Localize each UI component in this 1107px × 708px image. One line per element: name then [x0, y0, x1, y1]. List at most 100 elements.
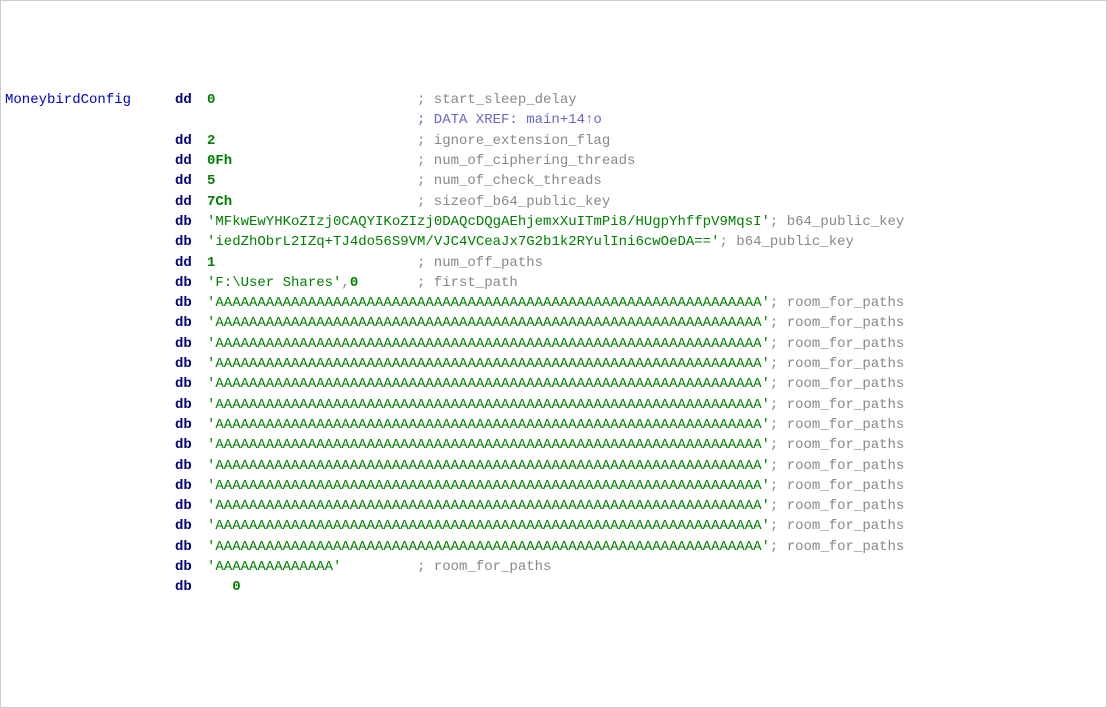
comment: ; start_sleep_delay: [417, 90, 577, 110]
disasm-line: db'AAAAAAAAAAAAAAAAAAAAAAAAAAAAAAAAAAAAA…: [5, 395, 1102, 415]
label-column: [5, 354, 175, 374]
operand-value: 'AAAAAAAAAAAAAAAAAAAAAAAAAAAAAAAAAAAAAAA…: [207, 415, 770, 435]
opcode: db: [175, 334, 207, 354]
opcode: [175, 110, 207, 130]
label-column: [5, 476, 175, 496]
comment: ; num_of_ciphering_threads: [417, 151, 635, 171]
comment: ; b64_public_key: [770, 212, 904, 232]
operand-value: 'AAAAAAAAAAAAAAAAAAAAAAAAAAAAAAAAAAAAAAA…: [207, 334, 770, 354]
disasm-line: db'AAAAAAAAAAAAAAAAAAAAAAAAAAAAAAAAAAAAA…: [5, 516, 1102, 536]
comment: ; num_off_paths: [417, 253, 543, 273]
operand-value: 2: [207, 131, 417, 151]
opcode: db: [175, 395, 207, 415]
comment: ; room_for_paths: [770, 496, 904, 516]
operand-value: 'AAAAAAAAAAAAAAAAAAAAAAAAAAAAAAAAAAAAAAA…: [207, 395, 770, 415]
operand-value: 'AAAAAAAAAAAAAAAAAAAAAAAAAAAAAAAAAAAAAAA…: [207, 496, 770, 516]
comment: ; num_of_check_threads: [417, 171, 602, 191]
comment: ; DATA XREF: main+14↑o: [417, 110, 602, 130]
opcode: db: [175, 273, 207, 293]
operand-value: 7Ch: [207, 192, 417, 212]
label-column: [5, 577, 175, 597]
disasm-line: db 0: [5, 577, 1102, 597]
comment: ; room_for_paths: [770, 395, 904, 415]
disasm-line: db'AAAAAAAAAAAAAAAAAAAAAAAAAAAAAAAAAAAAA…: [5, 496, 1102, 516]
operand-value: 'AAAAAAAAAAAAAAAAAAAAAAAAAAAAAAAAAAAAAAA…: [207, 374, 770, 394]
comment: ; room_for_paths: [770, 537, 904, 557]
operand-value: 'AAAAAAAAAAAAAAAAAAAAAAAAAAAAAAAAAAAAAAA…: [207, 456, 770, 476]
label-column: [5, 110, 175, 130]
label-column: [5, 131, 175, 151]
operand-value: 'MFkwEwYHKoZIzj0CAQYIKoZIzj0DAQcDQgAEhje…: [207, 212, 770, 232]
label-column: [5, 334, 175, 354]
disasm-line: db'AAAAAAAAAAAAAAAAAAAAAAAAAAAAAAAAAAAAA…: [5, 354, 1102, 374]
operand-value: 'AAAAAAAAAAAAAAAAAAAAAAAAAAAAAAAAAAAAAAA…: [207, 537, 770, 557]
label-column: [5, 374, 175, 394]
operand-value: 0Fh: [207, 151, 417, 171]
label-column: [5, 212, 175, 232]
opcode: db: [175, 577, 207, 597]
label-column: [5, 192, 175, 212]
operand-value: 'F:\User Shares',0: [207, 273, 417, 293]
comment: ; room_for_paths: [770, 516, 904, 536]
operand-value: 'AAAAAAAAAAAAAAAAAAAAAAAAAAAAAAAAAAAAAAA…: [207, 516, 770, 536]
opcode: dd: [175, 192, 207, 212]
operand-value: 'AAAAAAAAAAAAAAAAAAAAAAAAAAAAAAAAAAAAAAA…: [207, 293, 770, 313]
label-column: [5, 293, 175, 313]
disasm-line: db'AAAAAAAAAAAAAAAAAAAAAAAAAAAAAAAAAAAAA…: [5, 456, 1102, 476]
comment: ; room_for_paths: [770, 354, 904, 374]
disasm-line: db'iedZhObrL2IZq+TJ4do56S9VM/VJC4VCeaJx7…: [5, 232, 1102, 252]
opcode: db: [175, 496, 207, 516]
disasm-line: dd1; num_off_paths: [5, 253, 1102, 273]
comment: ; room_for_paths: [770, 313, 904, 333]
comment: ; b64_public_key: [719, 232, 853, 252]
disasm-line: dd0Fh; num_of_ciphering_threads: [5, 151, 1102, 171]
disasm-line: db'AAAAAAAAAAAAAAAAAAAAAAAAAAAAAAAAAAAAA…: [5, 313, 1102, 333]
label-column: [5, 273, 175, 293]
disasm-line: dd7Ch; sizeof_b64_public_key: [5, 192, 1102, 212]
disasm-line: ; DATA XREF: main+14↑o: [5, 110, 1102, 130]
disassembly-view: MoneybirdConfig dd0; start_sleep_delay; …: [5, 90, 1102, 597]
label-column: [5, 516, 175, 536]
opcode: db: [175, 557, 207, 577]
label-column: [5, 151, 175, 171]
opcode: db: [175, 516, 207, 536]
label-column: [5, 557, 175, 577]
disasm-line: db'MFkwEwYHKoZIzj0CAQYIKoZIzj0DAQcDQgAEh…: [5, 212, 1102, 232]
disasm-line: dd2; ignore_extension_flag: [5, 131, 1102, 151]
disasm-line: db'AAAAAAAAAAAAAAAAAAAAAAAAAAAAAAAAAAAAA…: [5, 374, 1102, 394]
comment: ; room_for_paths: [770, 415, 904, 435]
operand-value: 'AAAAAAAAAAAAAAAAAAAAAAAAAAAAAAAAAAAAAAA…: [207, 354, 770, 374]
opcode: dd: [175, 131, 207, 151]
label-column: [5, 313, 175, 333]
disasm-line: db'AAAAAAAAAAAAAAAAAAAAAAAAAAAAAAAAAAAAA…: [5, 537, 1102, 557]
disasm-line: db'AAAAAAAAAAAAAAAAAAAAAAAAAAAAAAAAAAAAA…: [5, 435, 1102, 455]
disasm-line: db'AAAAAAAAAAAAAAAAAAAAAAAAAAAAAAAAAAAAA…: [5, 476, 1102, 496]
operand-value: 5: [207, 171, 417, 191]
opcode: dd: [175, 171, 207, 191]
opcode: dd: [175, 151, 207, 171]
opcode: dd: [175, 253, 207, 273]
label-column: [5, 496, 175, 516]
opcode: db: [175, 374, 207, 394]
operand-value: 'iedZhObrL2IZq+TJ4do56S9VM/VJC4VCeaJx7G2…: [207, 232, 719, 252]
opcode: db: [175, 313, 207, 333]
comment: ; room_for_paths: [770, 456, 904, 476]
comment: ; sizeof_b64_public_key: [417, 192, 610, 212]
comment: ; room_for_paths: [770, 334, 904, 354]
opcode: db: [175, 456, 207, 476]
comment: ; room_for_paths: [770, 476, 904, 496]
opcode: db: [175, 293, 207, 313]
operand-value: 0: [207, 90, 417, 110]
label-column: [5, 232, 175, 252]
comment: ; ignore_extension_flag: [417, 131, 610, 151]
operand-value: 'AAAAAAAAAAAAAAAAAAAAAAAAAAAAAAAAAAAAAAA…: [207, 435, 770, 455]
operand-value: 'AAAAAAAAAAAAAA': [207, 557, 417, 577]
disasm-line: MoneybirdConfig dd0; start_sleep_delay: [5, 90, 1102, 110]
comment: ; room_for_paths: [417, 557, 551, 577]
opcode: db: [175, 537, 207, 557]
disasm-line: db'AAAAAAAAAAAAAAAAAAAAAAAAAAAAAAAAAAAAA…: [5, 415, 1102, 435]
opcode: db: [175, 476, 207, 496]
disasm-line: db'AAAAAAAAAAAAAAAAAAAAAAAAAAAAAAAAAAAAA…: [5, 293, 1102, 313]
comment: ; room_for_paths: [770, 293, 904, 313]
label-column: [5, 456, 175, 476]
